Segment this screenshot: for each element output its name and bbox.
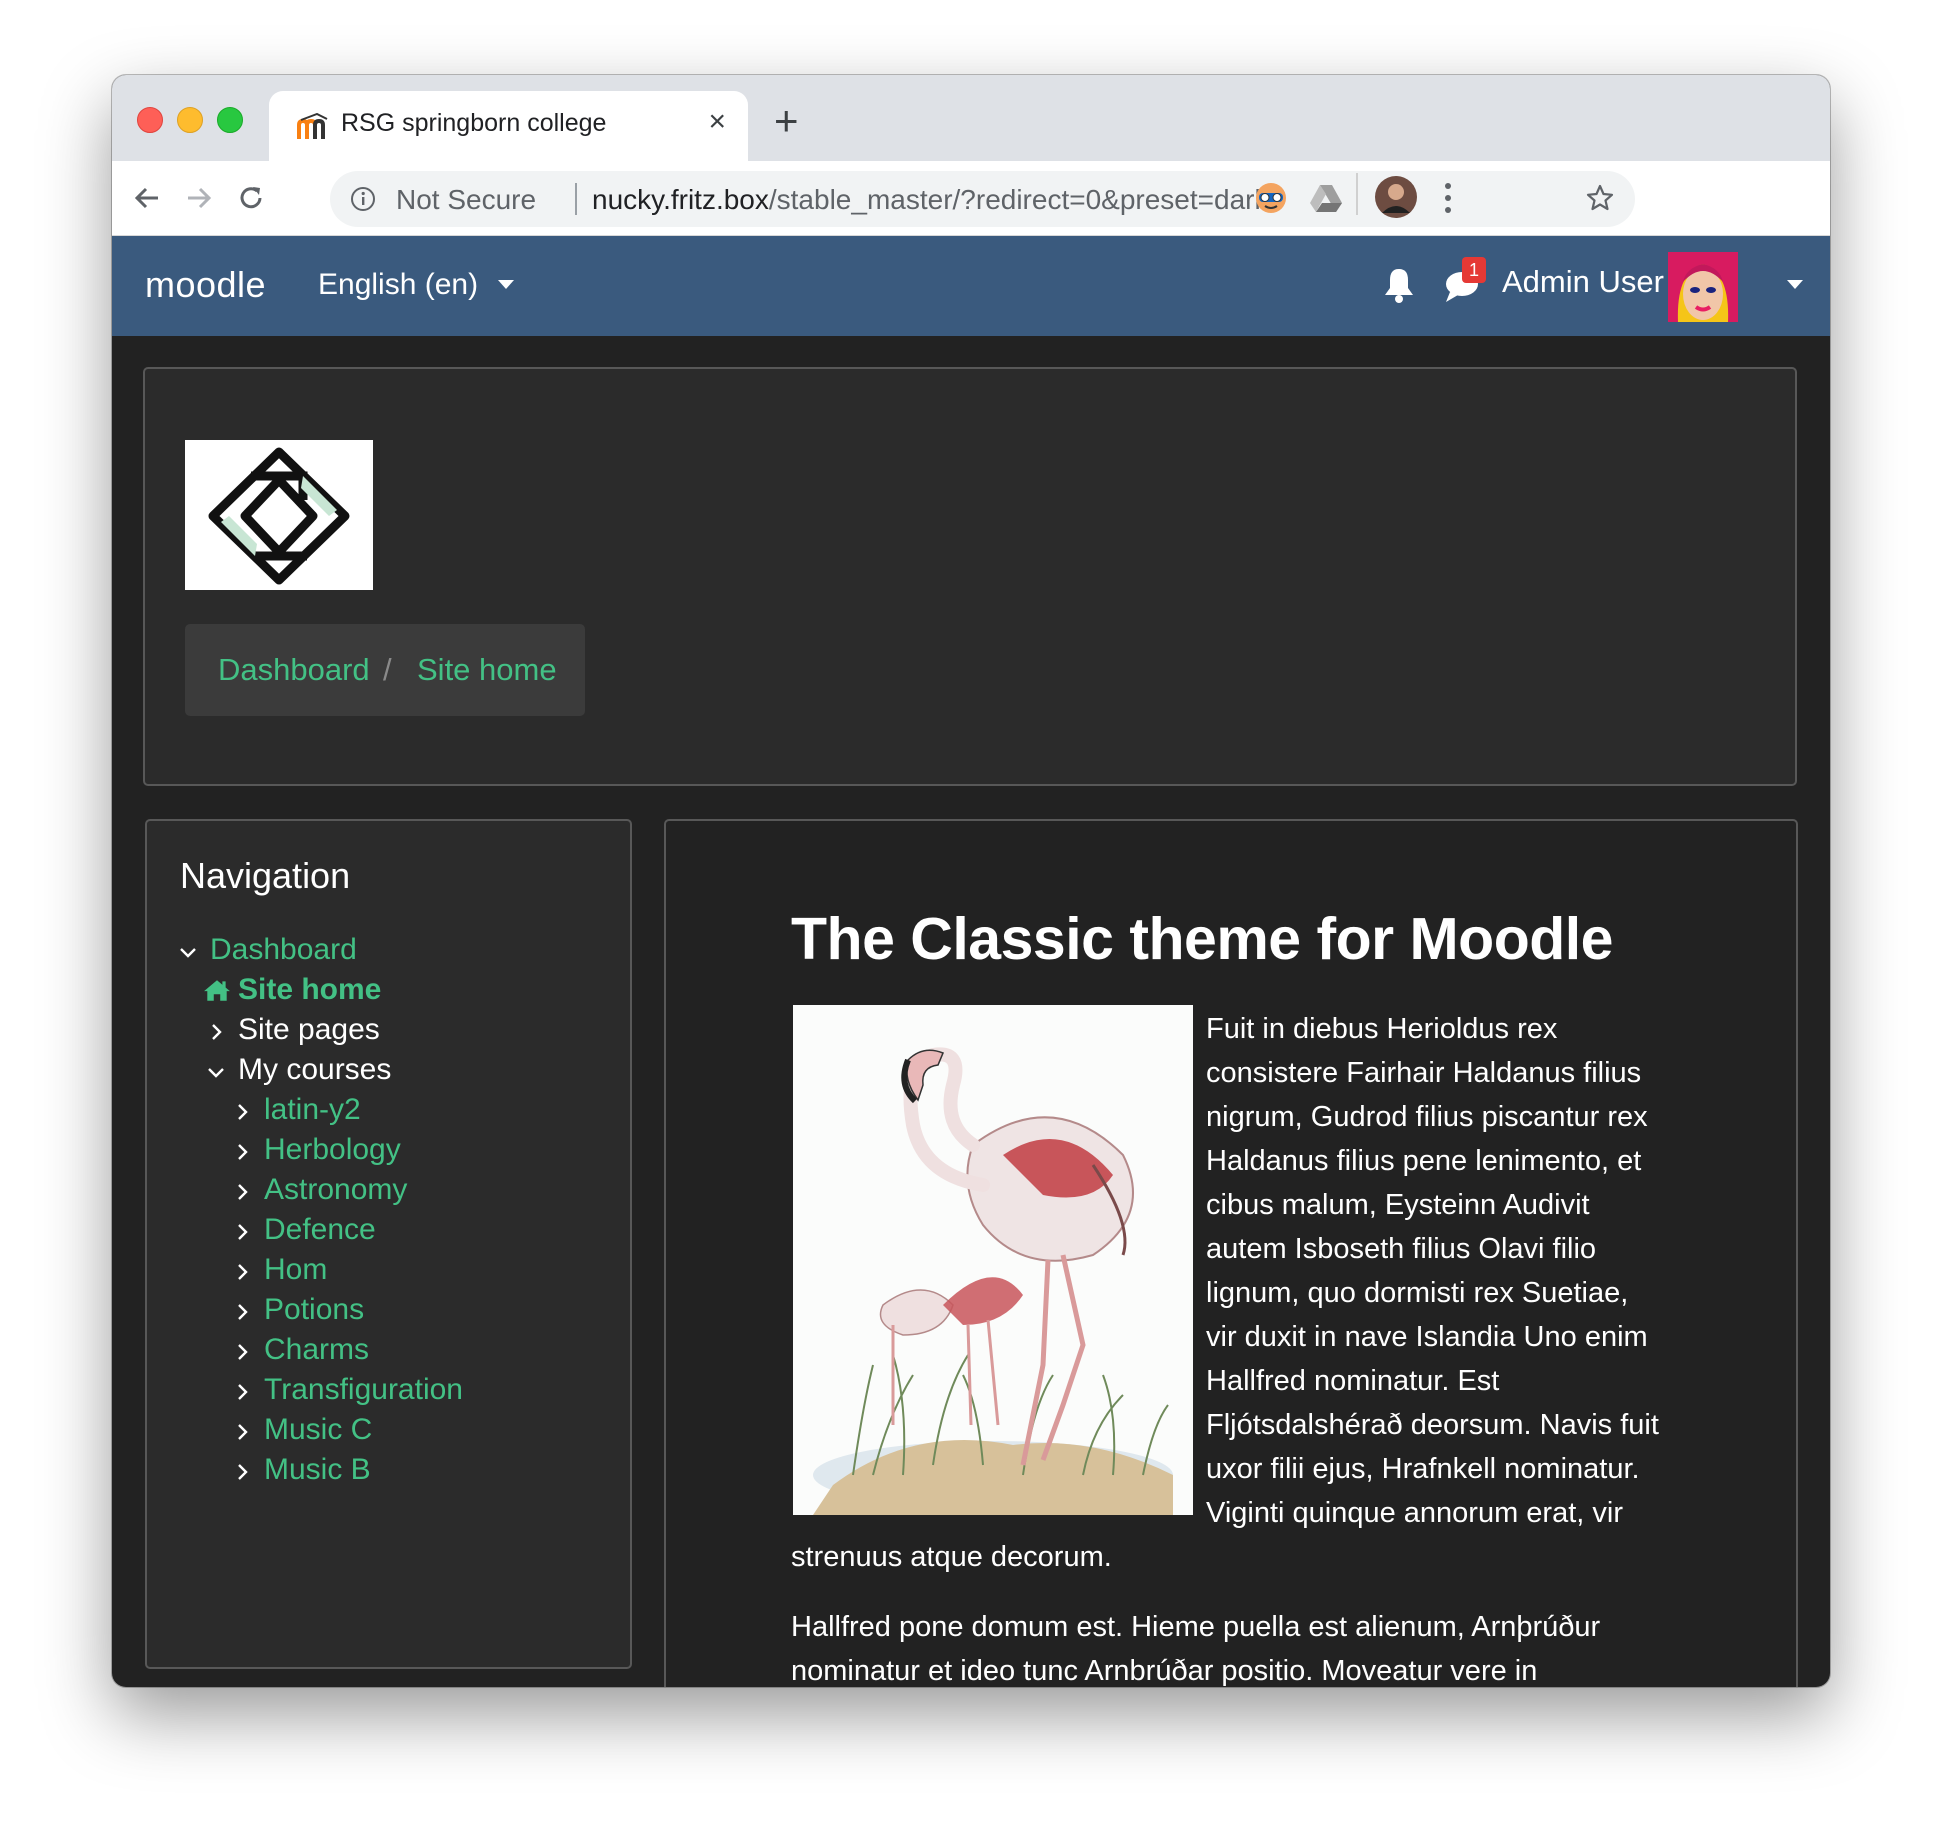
chevron-right-icon (238, 1464, 248, 1480)
page-heading: The Classic theme for Moodle (791, 906, 1614, 972)
messages-badge: 1 (1462, 257, 1486, 283)
moodle-navbar: moodle English (en) 1 Admin User (112, 236, 1830, 336)
avatar[interactable] (1668, 252, 1738, 322)
brand-logo[interactable]: moodle (145, 264, 266, 306)
url-text[interactable]: nucky.fritz.box/stable_master/?redirect=… (592, 184, 1268, 216)
nav-label: Site home (238, 973, 382, 1006)
chevron-right-icon (238, 1104, 248, 1120)
nav-label: Site pages (238, 1013, 380, 1046)
chevron-right-icon (238, 1384, 248, 1400)
close-window-button[interactable] (137, 107, 163, 133)
address-divider (575, 183, 577, 215)
moodle-favicon-icon (297, 112, 329, 141)
breadcrumb: Dashboard / Site home (185, 624, 585, 716)
chevron-down-icon (180, 948, 196, 958)
nav-label: Herbology (264, 1133, 401, 1166)
back-icon[interactable] (126, 177, 168, 219)
chevron-right-icon (238, 1224, 248, 1240)
info-icon[interactable] (350, 186, 376, 217)
nav-label: Hom (264, 1253, 328, 1286)
chevron-right-icon (238, 1184, 248, 1200)
site-logo[interactable] (185, 440, 373, 590)
toolbar-divider (1356, 173, 1358, 215)
reload-icon[interactable] (230, 177, 272, 219)
url-path: /stable_master/?redirect=0&preset=dark (768, 184, 1269, 215)
user-name[interactable]: Admin User (1502, 264, 1664, 300)
image-float-spacer (791, 1007, 1206, 1517)
nav-label: latin-y2 (264, 1093, 361, 1126)
nav-label: Defence (264, 1213, 376, 1246)
chevron-right-icon (238, 1144, 248, 1160)
chevron-down-icon (208, 1068, 224, 1078)
tab-title: RSG springborn college (341, 109, 607, 137)
bell-icon[interactable] (1382, 266, 1416, 309)
nav-label: My courses (238, 1053, 392, 1086)
browser-tab[interactable]: RSG springborn college × (269, 91, 748, 161)
navigation-block: Navigation Dashboard Site home Site page… (145, 819, 632, 1669)
intro-paragraph: Fuit in diebus Herioldus rex consistere … (791, 1007, 1661, 1579)
browser-window: RSG springborn college × + Not Secure nu… (112, 75, 1830, 1687)
menu-dots-icon[interactable] (1442, 181, 1454, 220)
nav-label: Charms (264, 1333, 370, 1366)
forward-icon[interactable] (178, 177, 220, 219)
second-paragraph: Hallfred pone domum est. Hieme puella es… (791, 1611, 1601, 1687)
main-content: The Classic theme for Moodle Fuit in die… (664, 819, 1798, 1687)
security-label: Not Secure (396, 184, 537, 215)
chevron-right-icon (238, 1344, 248, 1360)
chevron-right-icon (238, 1304, 248, 1320)
chevron-right-icon (238, 1264, 248, 1280)
user-menu-chevron-down-icon[interactable] (1787, 280, 1803, 289)
chevron-down-icon[interactable] (498, 280, 514, 289)
nav-label: Potions (264, 1293, 365, 1326)
nav-label: Transfiguration (264, 1373, 463, 1406)
page-header: Dashboard / Site home (143, 367, 1797, 786)
browser-toolbar: Not Secure nucky.fritz.box/stable_master… (112, 161, 1830, 236)
nav-label: Dashboard (210, 933, 357, 966)
home-icon (204, 980, 230, 1001)
tab-strip: RSG springborn college × + (112, 75, 1830, 161)
drive-icon[interactable] (1307, 179, 1345, 222)
maximize-window-button[interactable] (217, 107, 243, 133)
minimize-window-button[interactable] (177, 107, 203, 133)
address-bar[interactable]: Not Secure nucky.fritz.box/stable_master… (330, 171, 1635, 227)
tab-close-icon[interactable]: × (708, 105, 726, 139)
extension-icon[interactable] (1252, 179, 1290, 222)
nav-label: Astronomy (264, 1173, 408, 1206)
chevron-right-icon (212, 1024, 222, 1040)
breadcrumb-site-home[interactable]: Site home (417, 652, 557, 688)
chevron-right-icon (238, 1424, 248, 1440)
new-tab-button[interactable]: + (774, 97, 799, 145)
url-host: nucky.fritz.box (592, 184, 769, 215)
star-icon[interactable] (1585, 183, 1615, 218)
breadcrumb-dashboard[interactable]: Dashboard (218, 652, 370, 688)
navigation-title: Navigation (180, 855, 351, 896)
nav-label: Music C (264, 1413, 373, 1446)
nav-label: Music B (264, 1453, 371, 1486)
language-menu[interactable]: English (en) (318, 268, 478, 302)
profile-icon[interactable] (1374, 175, 1418, 224)
breadcrumb-separator: / (383, 652, 392, 687)
